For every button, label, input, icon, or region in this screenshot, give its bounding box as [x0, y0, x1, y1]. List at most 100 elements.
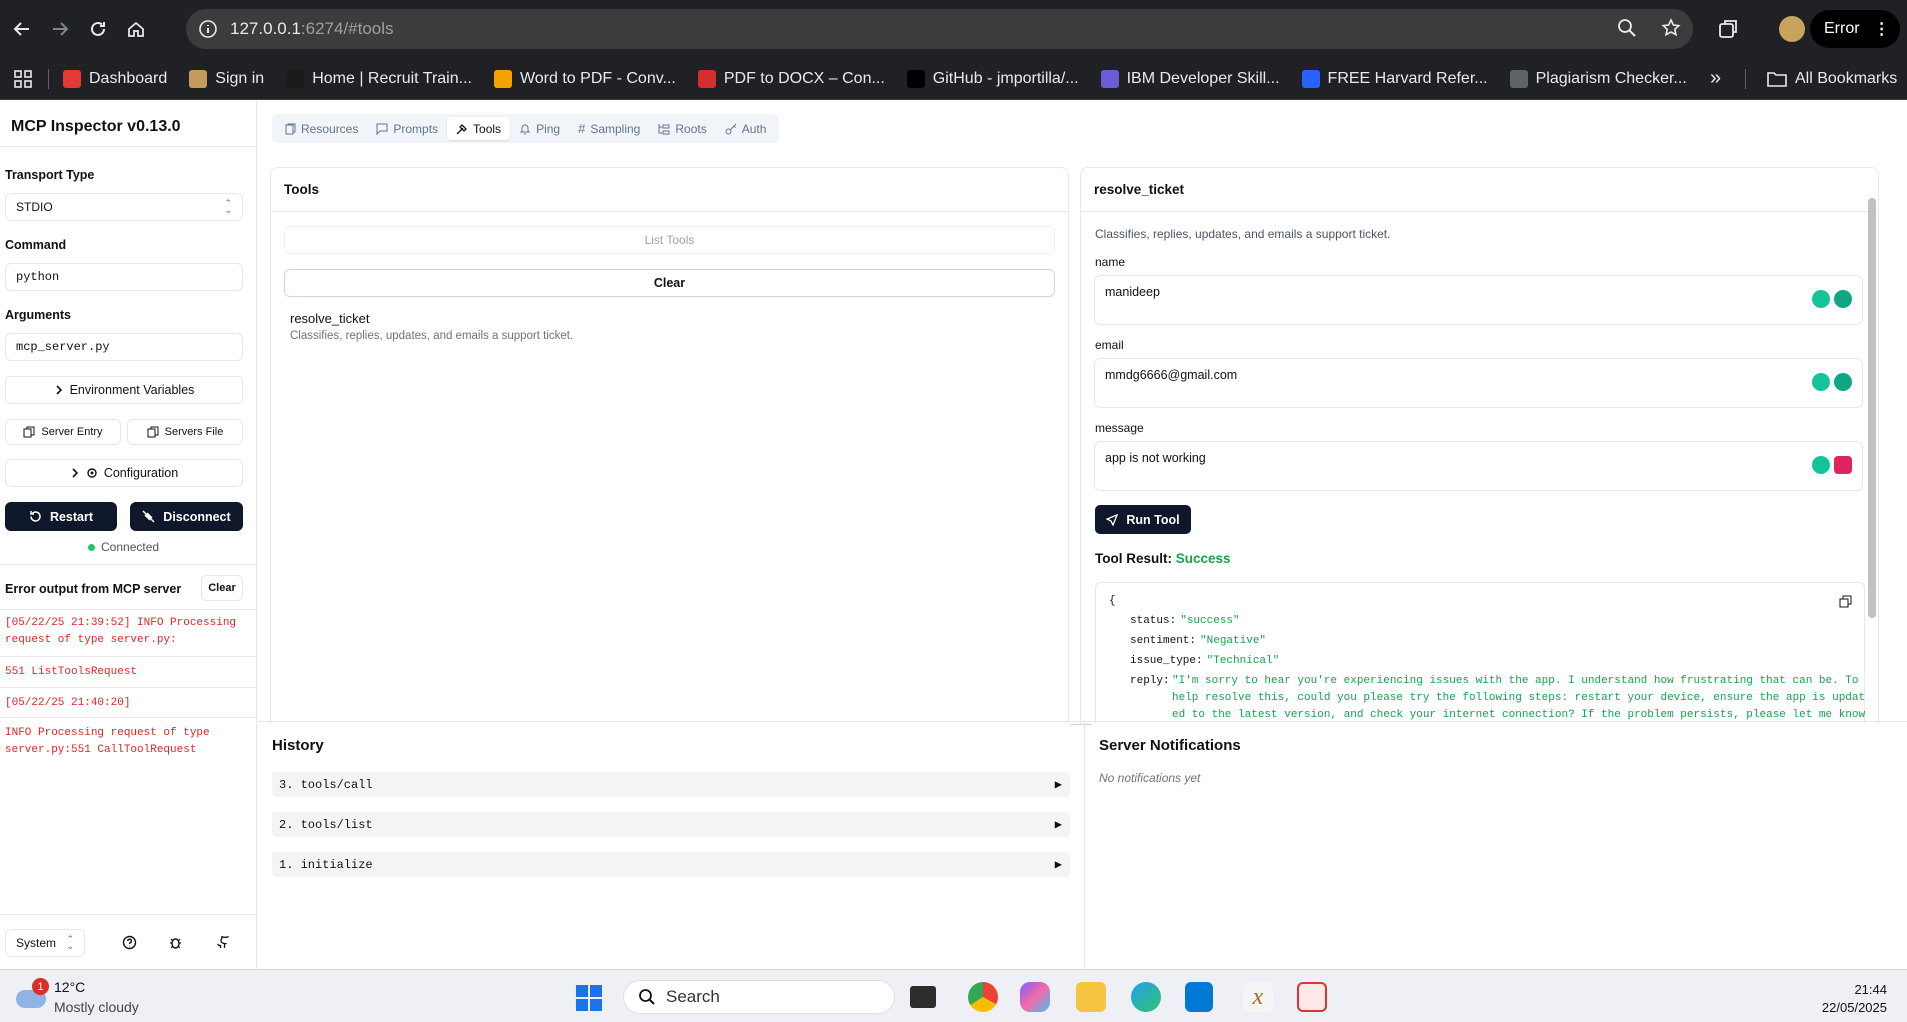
- restart-icon: [29, 510, 42, 523]
- extensions-icon[interactable]: [1717, 18, 1739, 40]
- file-explorer-icon[interactable]: [1076, 982, 1106, 1012]
- zoom-icon[interactable]: [1617, 18, 1637, 38]
- bookmark-item[interactable]: Plagiarism Checker...: [1509, 69, 1687, 88]
- transport-type-select[interactable]: STDIO ⌃ ⌄: [5, 193, 243, 221]
- bookmark-favicon-icon: [1301, 69, 1320, 88]
- bookmark-item[interactable]: FREE Harvard Refer...: [1301, 69, 1488, 88]
- tool-detail-description: Classifies, replies, updates, and emails…: [1095, 227, 1391, 241]
- tab-tools[interactable]: Tools: [447, 117, 511, 140]
- servers-file-button[interactable]: Servers File: [127, 419, 243, 445]
- back-icon[interactable]: [6, 13, 38, 45]
- reload-icon[interactable]: [82, 13, 114, 45]
- bookmark-item[interactable]: PDF to DOCX – Con...: [697, 69, 885, 88]
- grammarly-widget[interactable]: [1812, 456, 1852, 474]
- json-row: status: "success": [1130, 611, 1279, 631]
- bookmarks-bar: Dashboard Sign in Home | Recruit Train... W…: [0, 58, 1907, 100]
- json-key: sentiment:: [1130, 635, 1197, 647]
- github-icon[interactable]: [215, 935, 230, 950]
- theme-select[interactable]: System ⌃ ⌄: [5, 929, 85, 957]
- vscode-icon[interactable]: [1185, 982, 1213, 1012]
- files-icon: [285, 123, 296, 135]
- bookmark-favicon-icon: [493, 69, 512, 88]
- json-value: "success": [1180, 615, 1240, 627]
- command-input[interactable]: python: [5, 263, 243, 291]
- windows-start-icon[interactable]: [575, 984, 603, 1012]
- apps-grid-icon[interactable]: [14, 69, 32, 88]
- tab-resources[interactable]: Resources: [276, 117, 367, 140]
- tab-auth[interactable]: Auth: [716, 117, 776, 140]
- bulb-icon: [1812, 373, 1830, 391]
- arguments-input[interactable]: mcp_server.py: [5, 333, 243, 361]
- bug-icon[interactable]: [168, 935, 183, 950]
- bookmark-favicon-icon: [906, 69, 925, 88]
- search-icon: [638, 988, 656, 1006]
- bookmark-item[interactable]: Sign in: [189, 69, 264, 88]
- configuration-button[interactable]: Configuration: [5, 459, 243, 487]
- snipping-tool-icon[interactable]: [1297, 982, 1327, 1012]
- bookmark-item[interactable]: Word to PDF - Conv...: [493, 69, 676, 88]
- error-line: 551 ListToolsRequest: [5, 666, 138, 678]
- history-item[interactable]: 2. tools/list ▶: [272, 812, 1070, 837]
- server-entry-button[interactable]: Server Entry: [5, 419, 121, 445]
- all-bookmarks[interactable]: All Bookmarks: [1767, 70, 1897, 88]
- bookmark-item[interactable]: Dashboard: [63, 69, 167, 88]
- tab-ping[interactable]: Ping: [510, 117, 569, 140]
- notifications-empty: No notifications yet: [1099, 771, 1201, 785]
- clear-errors-button[interactable]: Clear: [201, 575, 243, 601]
- bulb-icon: [1812, 456, 1830, 474]
- tab-sampling[interactable]: # Sampling: [569, 117, 649, 140]
- profile-error-button[interactable]: Error ⋮: [1810, 10, 1900, 48]
- chrome-icon[interactable]: [968, 982, 998, 1012]
- command-label: Command: [5, 238, 67, 252]
- history-item-label: 3. tools/call: [279, 777, 373, 792]
- history-item[interactable]: 1. initialize ▶: [272, 852, 1070, 877]
- copilot-icon[interactable]: [1020, 982, 1050, 1012]
- bookmark-star-icon[interactable]: [1661, 18, 1681, 38]
- tool-list-item[interactable]: resolve_ticket Classifies, replies, upda…: [290, 311, 1050, 342]
- restart-button[interactable]: Restart: [5, 502, 117, 531]
- weather-widget[interactable]: 1: [12, 978, 52, 1014]
- bookmark-label: PDF to DOCX – Con...: [723, 69, 885, 87]
- servers-file-label: Servers File: [164, 426, 224, 438]
- clear-tools-button[interactable]: Clear: [284, 269, 1055, 297]
- menu-kebab-icon[interactable]: ⋮: [1874, 19, 1890, 39]
- bookmark-item[interactable]: GitHub - jmportilla/...: [906, 69, 1079, 88]
- profile-avatar[interactable]: [1779, 16, 1805, 42]
- bookmark-item[interactable]: Home | Recruit Train...: [286, 69, 472, 88]
- disconnect-label: Disconnect: [163, 509, 231, 524]
- bookmark-item[interactable]: IBM Developer Skill...: [1100, 69, 1280, 88]
- site-info-icon[interactable]: [198, 19, 218, 39]
- task-view-icon[interactable]: [910, 986, 936, 1008]
- taskbar-search[interactable]: Search: [623, 980, 895, 1014]
- edge-icon[interactable]: [1131, 982, 1161, 1012]
- home-icon[interactable]: [120, 13, 152, 45]
- email-textarea[interactable]: mmdg6666@gmail.com: [1094, 358, 1863, 408]
- tool-name: resolve_ticket: [290, 311, 370, 326]
- grammarly-widget[interactable]: [1812, 290, 1852, 308]
- environment-variables-button[interactable]: Environment Variables: [5, 376, 243, 404]
- name-textarea[interactable]: manideep: [1094, 275, 1863, 325]
- tab-prompts[interactable]: Prompts: [367, 117, 447, 140]
- xournal-icon[interactable]: x: [1243, 982, 1273, 1012]
- forward-icon[interactable]: [44, 13, 76, 45]
- address-bar[interactable]: 127.0.0.1:6274/#tools: [186, 9, 1693, 49]
- history-item[interactable]: 3. tools/call ▶: [272, 772, 1070, 797]
- scrollbar[interactable]: [1868, 168, 1876, 723]
- hammer-icon: [456, 123, 468, 135]
- copy-icon[interactable]: [1839, 595, 1852, 608]
- more-bookmarks-icon[interactable]: »: [1710, 67, 1721, 90]
- help-icon[interactable]: [122, 935, 137, 950]
- run-tool-button[interactable]: Run Tool: [1095, 505, 1191, 534]
- select-chevron-icon: ⌃ ⌄: [66, 934, 74, 951]
- system-clock[interactable]: 21:44 22/05/2025: [1822, 981, 1887, 1017]
- list-tools-button[interactable]: List Tools: [284, 226, 1055, 254]
- grammarly-icon: [1834, 373, 1852, 391]
- server-notifications-panel: Server Notifications No notifications ye…: [1084, 721, 1907, 969]
- disconnect-button[interactable]: Disconnect: [130, 502, 243, 531]
- expand-triangle-icon: ▶: [1054, 818, 1062, 832]
- bulb-icon: [1812, 290, 1830, 308]
- tab-roots[interactable]: Roots: [649, 117, 715, 140]
- grammarly-widget[interactable]: [1812, 373, 1852, 391]
- message-textarea[interactable]: app is not working: [1094, 441, 1863, 491]
- json-row: issue_type: "Technical": [1130, 651, 1279, 671]
